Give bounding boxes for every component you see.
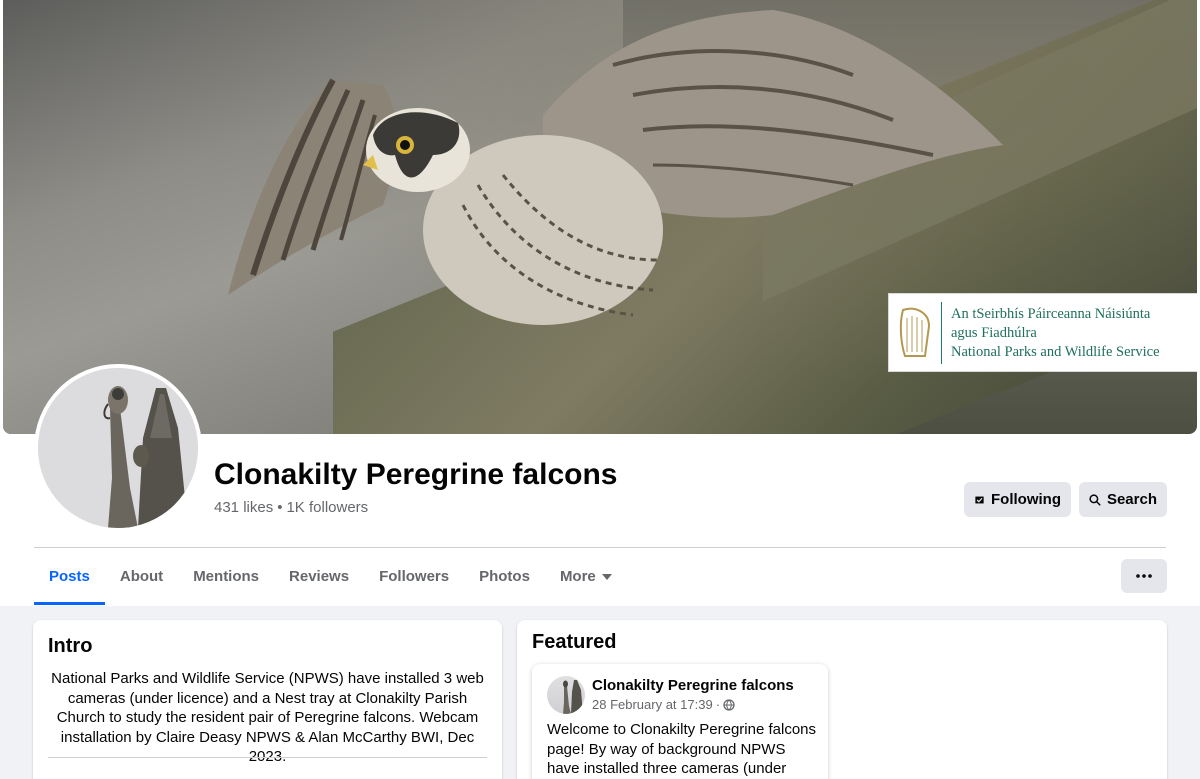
post-text: Welcome to Clonakilty Peregrine falcons … xyxy=(547,721,817,777)
followers-count[interactable]: 1K followers xyxy=(286,499,368,516)
npws-irish-name-line2: agus Fiadhúlra xyxy=(951,325,1037,341)
intro-bio: National Parks and Wildlife Service (NPW… xyxy=(51,670,484,765)
npws-logo-badge: An tSeirbhís Páirceanna Náisiúnta agus F… xyxy=(888,293,1197,372)
post-author-avatar[interactable] xyxy=(547,676,585,714)
tab-more[interactable]: More xyxy=(545,548,627,605)
following-button[interactable]: Following xyxy=(964,482,1071,517)
page-title: Clonakilty Peregrine falcons xyxy=(214,458,618,491)
caret-down-icon xyxy=(601,573,612,580)
globe-icon xyxy=(723,698,735,711)
ellipsis-icon xyxy=(1136,574,1152,578)
page-stats: 431 likes • 1K followers xyxy=(214,499,368,516)
intro-card: Intro National Parks and Wildlife Servic… xyxy=(33,620,502,779)
post-date[interactable]: 28 February at 17:39 xyxy=(592,697,713,712)
tab-followers[interactable]: Followers xyxy=(364,548,464,605)
search-label: Search xyxy=(1106,491,1157,508)
featured-title: Featured xyxy=(532,631,617,653)
post-author-name[interactable]: Clonakilty Peregrine falcons xyxy=(592,677,794,694)
search-button[interactable]: Search xyxy=(1079,482,1167,517)
npws-irish-name-line1: An tSeirbhís Páirceanna Náisiúnta xyxy=(951,306,1151,322)
church-falcon-photo xyxy=(38,368,198,528)
intro-divider xyxy=(48,757,487,758)
intro-title: Intro xyxy=(48,635,93,657)
following-label: Following xyxy=(991,491,1061,508)
likes-count[interactable]: 431 likes xyxy=(214,499,273,516)
featured-card: Featured Clonakilty Peregrine falcons 28… xyxy=(517,620,1167,779)
tab-about[interactable]: About xyxy=(105,548,178,605)
tab-mentions[interactable]: Mentions xyxy=(178,548,274,605)
search-icon xyxy=(1089,493,1101,506)
harp-emblem-icon xyxy=(899,307,931,357)
meta-separator: · xyxy=(715,697,721,712)
page-tabs: Posts About Mentions Reviews Followers P… xyxy=(34,548,627,605)
cover-photo[interactable]: An tSeirbhís Páirceanna Náisiúnta agus F… xyxy=(3,0,1197,434)
message-check-icon xyxy=(975,496,984,503)
featured-post[interactable]: Clonakilty Peregrine falcons 28 February… xyxy=(532,664,828,779)
stats-separator: • xyxy=(277,499,283,516)
profile-picture[interactable] xyxy=(34,364,202,532)
npws-english-name: National Parks and Wildlife Service xyxy=(951,344,1160,360)
tab-posts[interactable]: Posts xyxy=(34,548,105,605)
post-meta: 28 February at 17:39 · xyxy=(592,697,735,712)
tab-reviews[interactable]: Reviews xyxy=(274,548,364,605)
tab-photos[interactable]: Photos xyxy=(464,548,545,605)
more-options-button[interactable] xyxy=(1121,559,1167,593)
tab-more-label: More xyxy=(559,568,596,585)
